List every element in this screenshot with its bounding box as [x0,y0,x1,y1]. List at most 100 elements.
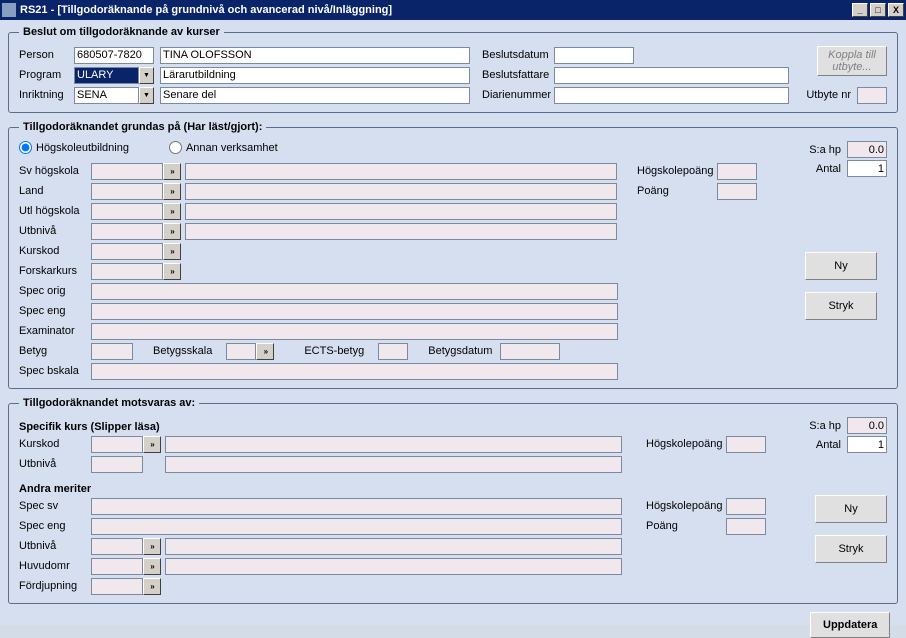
person-name-input[interactable] [160,47,470,64]
beslutsfattare-input[interactable] [554,67,789,84]
kurskod2-input[interactable] [91,436,143,453]
section-grundas-legend: Tillgodoräknandet grundas på (Har läst/g… [19,121,266,133]
minimize-button[interactable]: _ [852,3,868,17]
hogskolepoang3-label: Högskolepoäng [646,500,726,512]
land-code[interactable] [91,183,163,200]
utbniva2-input[interactable] [91,456,143,473]
poang2-input[interactable] [726,518,766,535]
betygsdatum-input[interactable] [500,343,560,360]
diarienummer-input[interactable] [554,87,789,104]
betyg-input[interactable] [91,343,133,360]
ects-betyg-label: ECTS-betyg [304,345,364,357]
radio-annan-verksamhet[interactable]: Annan verksamhet [169,141,278,154]
spec-orig-input[interactable] [91,283,618,300]
stryk-button-1[interactable]: Stryk [805,292,877,320]
sa-hp-value [847,141,887,158]
sv-hogskola-lookup-icon[interactable]: » [163,163,181,180]
spec-bskala-label: Spec bskala [19,365,91,377]
sa-hp-label: S:a hp [809,144,841,156]
radio-annan-input[interactable] [169,141,182,154]
examinator-label: Examinator [19,325,91,337]
utbyte-nr-input[interactable] [857,87,887,104]
poang-input[interactable] [717,183,757,200]
hogskolepoang3-input[interactable] [726,498,766,515]
ny-button-1[interactable]: Ny [805,252,877,280]
spec-sv-input[interactable] [91,498,622,515]
examinator-input[interactable] [91,323,618,340]
spec-eng2-input[interactable] [91,518,622,535]
window-controls: _ □ X [852,3,904,17]
maximize-button[interactable]: □ [870,3,886,17]
antal-value-2[interactable] [847,436,887,453]
koppla-till-utbyte-button[interactable]: Koppla till utbyte... [817,46,887,76]
app-code: RS21 [20,4,48,16]
specifik-kurs-heading: Specifik kurs (Slipper läsa) [19,421,887,433]
beslutsfattare-label: Beslutsfattare [482,69,554,81]
betygsskala-lookup-icon[interactable]: » [256,343,274,360]
kurskod2-label: Kurskod [19,438,91,450]
program-name-input[interactable] [160,67,470,84]
sv-hogskola-name[interactable] [185,163,617,180]
kurskod2-name[interactable] [165,436,622,453]
kurskod-label: Kurskod [19,245,91,257]
forskarkurs-code[interactable] [91,263,163,280]
radio-hogskoleutbildning[interactable]: Högskoleutbildning [19,141,129,154]
betygsskala-input[interactable] [226,343,256,360]
inriktning-name-input[interactable] [160,87,470,104]
program-dropdown-icon[interactable]: ▼ [139,67,154,84]
utl-hogskola-code[interactable] [91,203,163,220]
spec-orig-label: Spec orig [19,285,91,297]
radio-hogskole-input[interactable] [19,141,32,154]
program-code-input[interactable] [74,67,139,84]
hogskolepoang2-input[interactable] [726,436,766,453]
forskarkurs-lookup-icon[interactable]: » [163,263,181,280]
fordjupning-lookup-icon[interactable]: » [143,578,161,595]
huvudomr-code[interactable] [91,558,143,575]
diarienummer-label: Diarienummer [482,89,554,101]
huvudomr-lookup-icon[interactable]: » [143,558,161,575]
poang2-label: Poäng [646,520,726,532]
ects-betyg-input[interactable] [378,343,408,360]
utl-hogskola-lookup-icon[interactable]: » [163,203,181,220]
beslutsdatum-input[interactable] [554,47,634,64]
sv-hogskola-code[interactable] [91,163,163,180]
antal-label-2: Antal [816,439,841,451]
utbniva3-lookup-icon[interactable]: » [143,538,161,555]
utl-hogskola-name[interactable] [185,203,617,220]
title-text: RS21 - [Tillgodoräknande på grundnivå oc… [20,4,852,16]
betygsdatum-label: Betygsdatum [428,345,492,357]
uppdatera-button[interactable]: Uppdatera [810,612,890,638]
utbniva2-name[interactable] [165,456,622,473]
land-name[interactable] [185,183,617,200]
app-icon [2,3,16,17]
stryk-button-2[interactable]: Stryk [815,535,887,563]
fordjupning-code[interactable] [91,578,143,595]
kurskod2-lookup-icon[interactable]: » [143,436,161,453]
spec-eng-label: Spec eng [19,305,91,317]
land-lookup-icon[interactable]: » [163,183,181,200]
utbniva3-code[interactable] [91,538,143,555]
ny-button-2[interactable]: Ny [815,495,887,523]
kurskod-code[interactable] [91,243,163,260]
utbniva-name[interactable] [185,223,617,240]
hogskolepoang-input[interactable] [717,163,757,180]
spec-eng-input[interactable] [91,303,618,320]
utbniva-code[interactable] [91,223,163,240]
close-button[interactable]: X [888,3,904,17]
andra-meriter-heading: Andra meriter [19,483,887,495]
utbniva3-name[interactable] [165,538,622,555]
fordjupning-label: Fördjupning [19,580,91,592]
utl-hogskola-label: Utl högskola [19,205,91,217]
window-title: [Tillgodoräknande på grundnivå och avanc… [57,4,392,16]
land-label: Land [19,185,91,197]
spec-bskala-input[interactable] [91,363,618,380]
person-id-input[interactable] [74,47,154,64]
sv-hogskola-label: Sv högskola [19,165,91,177]
section-grundas: Tillgodoräknandet grundas på (Har läst/g… [8,121,898,389]
inriktning-dropdown-icon[interactable]: ▼ [139,87,154,104]
inriktning-code-input[interactable] [74,87,139,104]
utbniva-lookup-icon[interactable]: » [163,223,181,240]
section-beslut: Beslut om tillgodoräknande av kurser Kop… [8,26,898,113]
huvudomr-name[interactable] [165,558,622,575]
kurskod-lookup-icon[interactable]: » [163,243,181,260]
